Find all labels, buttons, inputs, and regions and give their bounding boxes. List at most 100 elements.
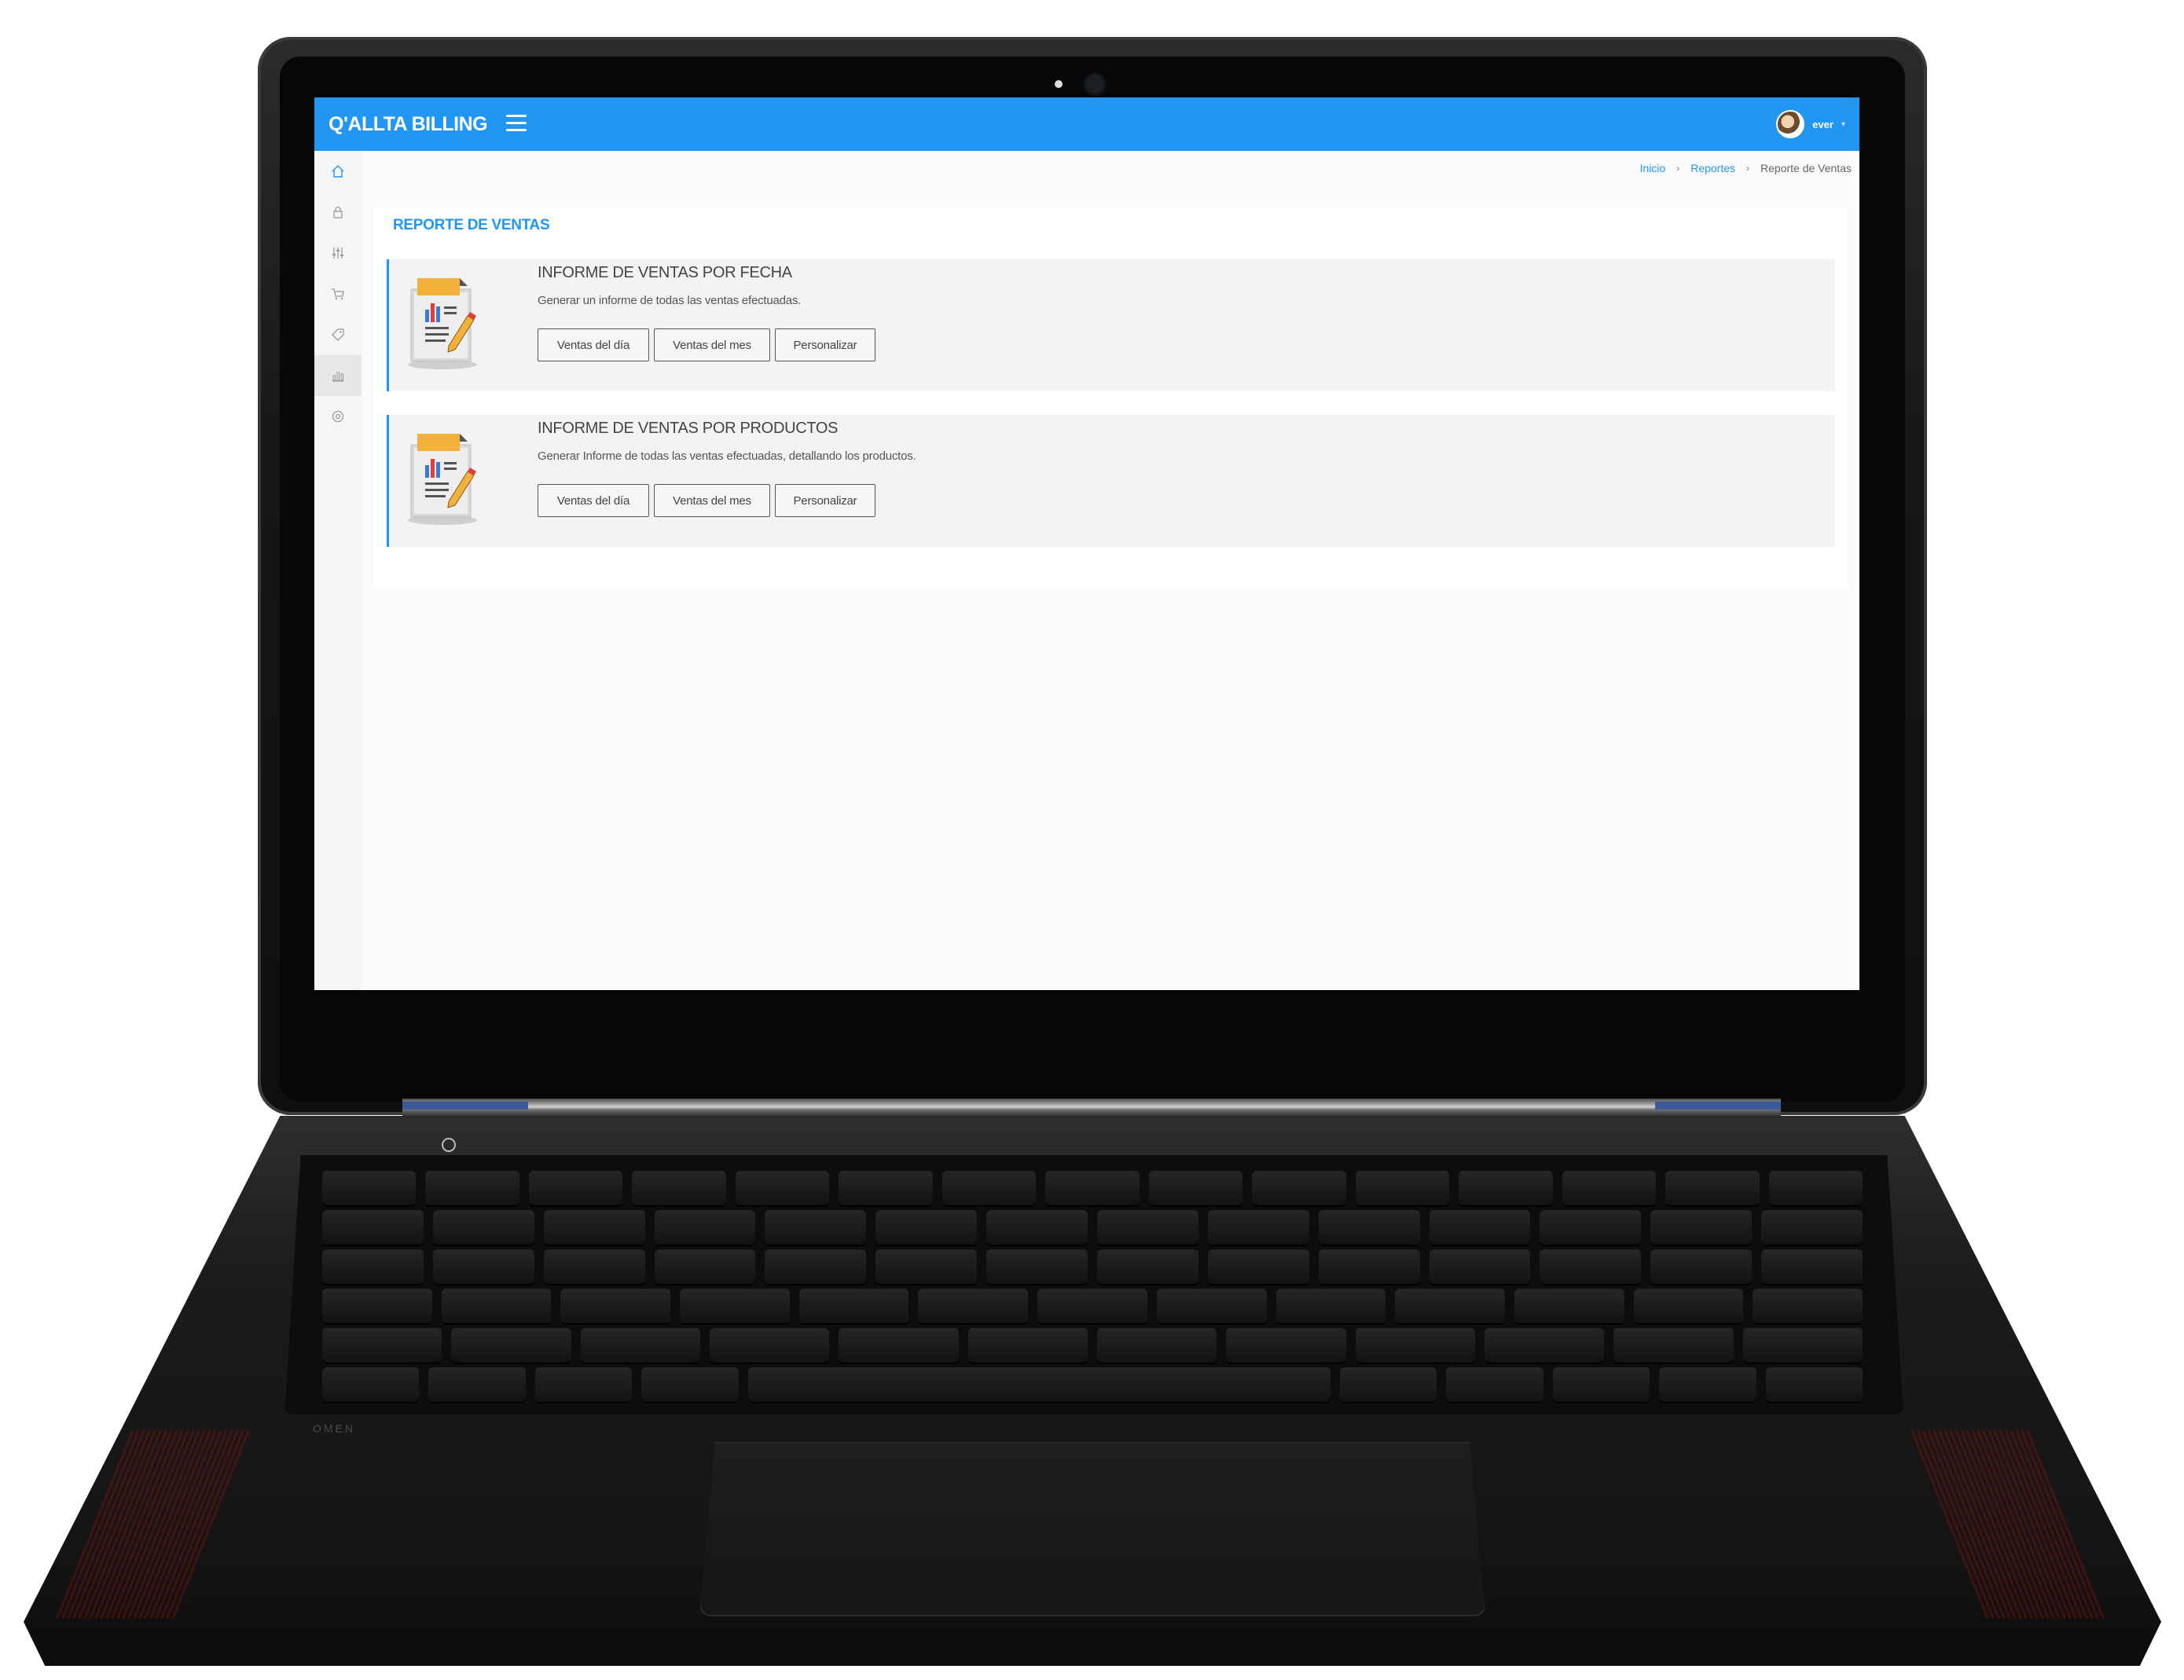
keyboard-key — [1339, 1367, 1437, 1402]
keyboard-key — [680, 1289, 790, 1323]
sidebar-item-settings-sliders[interactable] — [314, 233, 362, 273]
keyboard-key — [1552, 1367, 1650, 1402]
keyboard-key — [432, 1249, 534, 1284]
sidebar-item-reports[interactable] — [314, 355, 362, 396]
keyboard-key — [875, 1249, 978, 1284]
keyboard-key — [432, 1210, 534, 1245]
keyboard-key — [942, 1171, 1037, 1205]
keyboard-key — [1765, 1367, 1863, 1402]
keyboard-key — [654, 1210, 756, 1245]
keyboard-key — [1768, 1171, 1863, 1205]
report-document-icon — [408, 278, 477, 369]
report-description: Generar Informe de todas las ventas efec… — [538, 449, 916, 463]
keyboard-key — [1613, 1328, 1734, 1363]
ventas-del-dia-button[interactable]: Ventas del día — [538, 484, 649, 517]
keyboard-key — [765, 1210, 867, 1245]
keyboard-key — [1446, 1367, 1543, 1402]
report-title: INFORME DE VENTAS POR PRODUCTOS — [538, 420, 839, 437]
bar-chart-icon — [332, 372, 343, 382]
report-title: INFORME DE VENTAS POR FECHA — [538, 264, 792, 281]
breadcrumb-separator: › — [1746, 163, 1750, 174]
breadcrumb-separator: › — [1676, 163, 1680, 174]
keyboard-key — [1484, 1328, 1605, 1363]
keyboard-key — [839, 1328, 959, 1363]
keyboard-key — [1665, 1171, 1760, 1205]
keyboard-key — [1633, 1289, 1744, 1323]
app-brand[interactable]: Q'ALLTA BILLING — [329, 113, 488, 136]
breadcrumb-link-reportes[interactable]: Reportes — [1690, 162, 1735, 174]
sidebar-item-home[interactable] — [314, 151, 362, 192]
keyboard-key — [451, 1328, 571, 1363]
keyboard-key — [1459, 1171, 1553, 1205]
ventas-del-dia-button[interactable]: Ventas del día — [538, 328, 649, 361]
top-navbar: Q'ALLTA BILLING ever ▾ — [314, 97, 1859, 151]
keyboard-key — [1097, 1249, 1198, 1284]
keyboard-key — [641, 1367, 739, 1402]
keyboard-key — [1207, 1210, 1309, 1245]
breadcrumb-link-inicio[interactable]: Inicio — [1640, 162, 1666, 174]
keyboard-key — [632, 1171, 726, 1205]
home-icon — [332, 165, 344, 178]
sidebar-item-security[interactable] — [314, 192, 362, 233]
keyboard-key — [918, 1289, 1029, 1323]
keyboard-key — [441, 1289, 552, 1323]
keyboard-key — [560, 1289, 671, 1323]
report-description: Generar un informe de todas las ventas e… — [538, 294, 802, 307]
keyboard-key — [528, 1171, 623, 1205]
keyboard-key — [322, 1367, 420, 1402]
breadcrumb-current: Reporte de Ventas — [1760, 162, 1852, 174]
keyboard-key — [322, 1328, 442, 1363]
power-button-icon — [442, 1138, 456, 1152]
personalizar-button[interactable]: Personalizar — [775, 484, 875, 517]
keyboard-key — [1318, 1210, 1420, 1245]
keyboard-key — [1429, 1249, 1531, 1284]
laptop-hinge — [402, 1099, 1781, 1117]
keyboard-key — [1096, 1328, 1217, 1363]
personalizar-button[interactable]: Personalizar — [775, 328, 875, 361]
keyboard-key — [839, 1171, 933, 1205]
keyboard-key — [1514, 1289, 1624, 1323]
ventas-del-mes-button[interactable]: Ventas del mes — [654, 328, 770, 361]
keyboard-key — [735, 1171, 830, 1205]
keyboard-key — [1252, 1171, 1346, 1205]
sidebar-item-products[interactable] — [314, 314, 362, 355]
keyboard-key — [1540, 1210, 1642, 1245]
keyboard-key — [543, 1249, 645, 1284]
tag-icon — [332, 328, 344, 341]
hamburger-menu-icon[interactable] — [506, 115, 527, 132]
page-title: REPORTE DE VENTAS — [393, 217, 550, 233]
keyboard-key — [1659, 1367, 1756, 1402]
keyboard-key — [986, 1249, 1088, 1284]
keyboard-key — [322, 1249, 424, 1284]
app-screen: Q'ALLTA BILLING ever ▾ Inicio › Reportes… — [314, 97, 1859, 990]
keyboard-row — [322, 1367, 1863, 1402]
breadcrumb: Inicio › Reportes › Reporte de Ventas — [1640, 162, 1852, 174]
ventas-del-mes-button[interactable]: Ventas del mes — [654, 484, 770, 517]
webcam-icon — [1083, 72, 1107, 96]
keyboard-key — [1742, 1328, 1863, 1363]
main-content: Inicio › Reportes › Reporte de Ventas RE… — [362, 151, 1859, 990]
cart-icon — [332, 288, 344, 300]
keyboard-key — [747, 1367, 1331, 1402]
keyboard-key — [1753, 1289, 1863, 1323]
keyboard-key — [1761, 1249, 1863, 1284]
keyboard-key — [1207, 1249, 1309, 1284]
keyboard-key — [1540, 1249, 1642, 1284]
keyboard-key — [1562, 1171, 1657, 1205]
keyboard-key — [428, 1367, 526, 1402]
sidebar-item-sales[interactable] — [314, 273, 362, 314]
keyboard-key — [1650, 1210, 1753, 1245]
keyboard-key — [1429, 1210, 1531, 1245]
sidebar-item-config[interactable] — [314, 396, 362, 437]
keyboard-key — [1650, 1249, 1753, 1284]
keyboard-key — [798, 1289, 909, 1323]
keyboard-key — [543, 1210, 645, 1245]
camera-led — [1055, 80, 1063, 88]
lock-icon — [333, 206, 343, 218]
keyboard-key — [1097, 1210, 1198, 1245]
user-menu[interactable]: ever ▾ — [1776, 110, 1845, 138]
report-block-fecha: INFORME DE VENTAS POR FECHA Generar un i… — [387, 259, 1835, 391]
keyboard-key — [1037, 1289, 1147, 1323]
keyboard-key — [1156, 1289, 1267, 1323]
keyboard-key — [1761, 1210, 1863, 1245]
